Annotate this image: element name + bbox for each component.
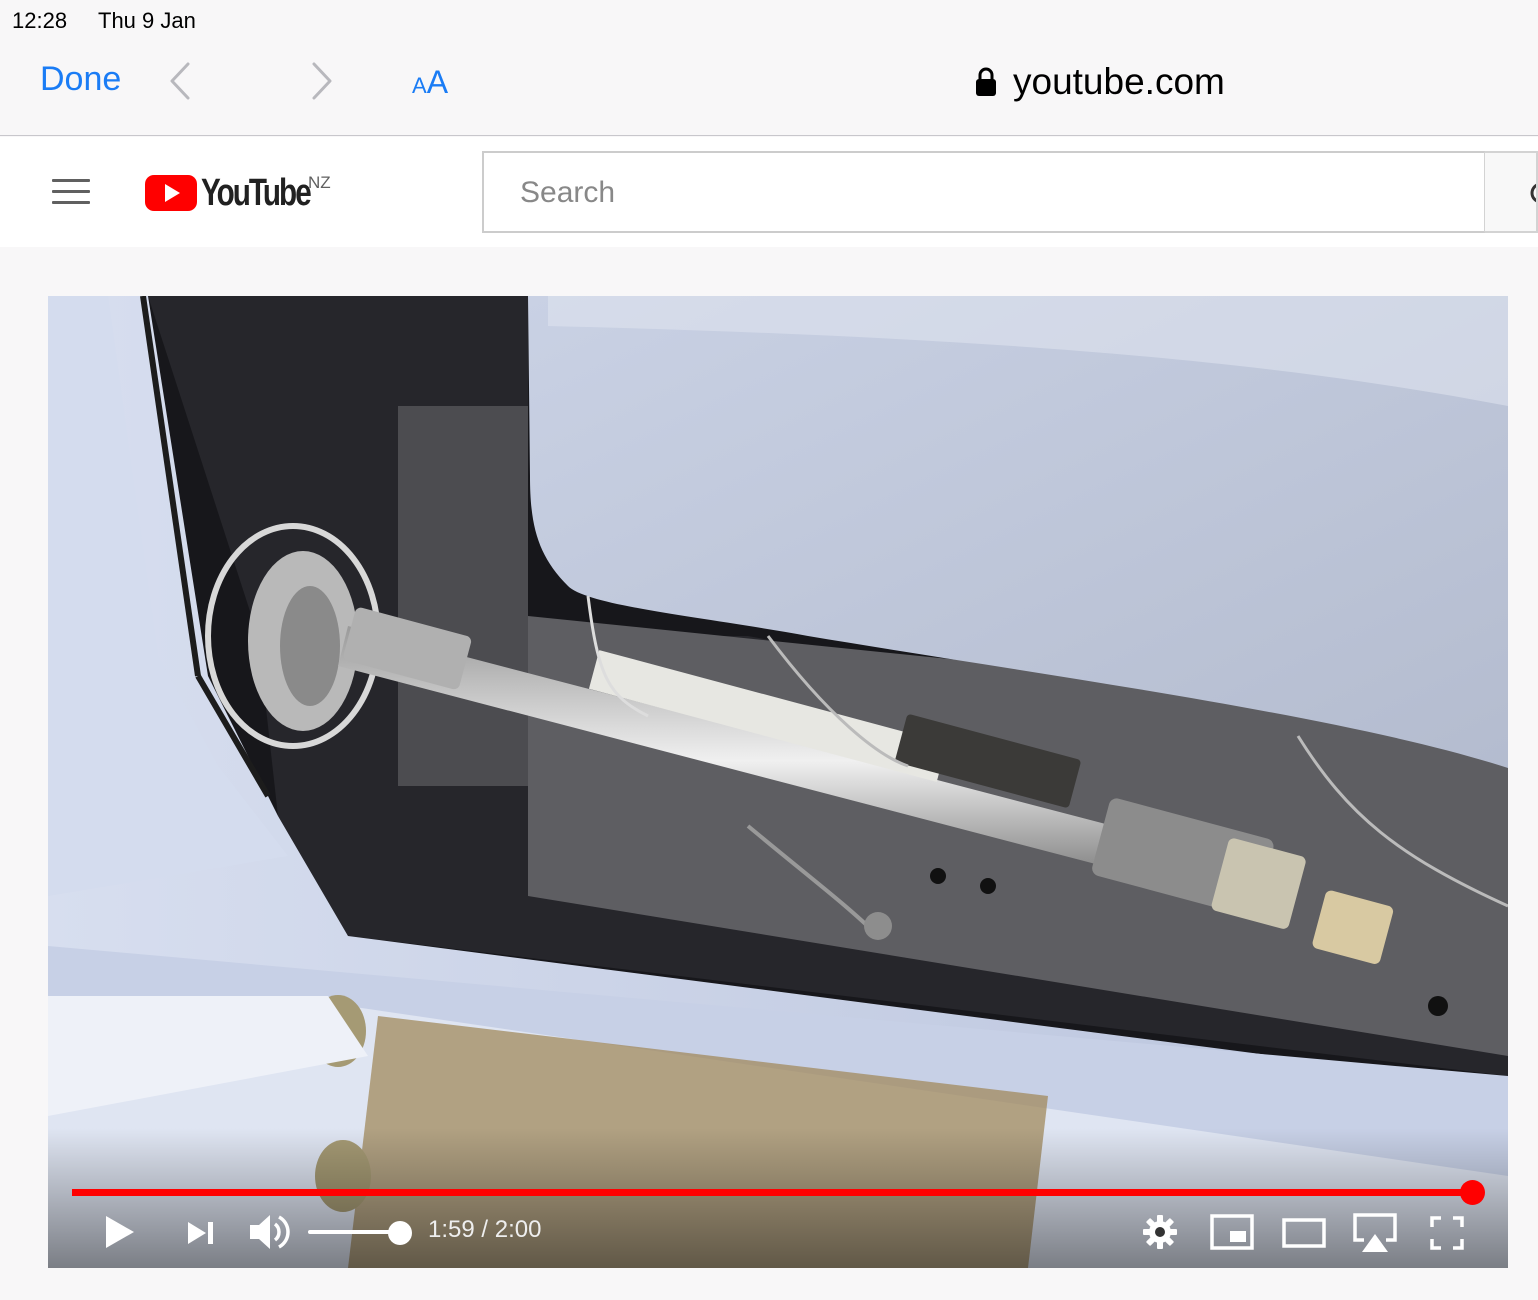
next-icon[interactable] <box>186 1218 216 1248</box>
time-total: 2:00 <box>494 1216 542 1243</box>
theater-mode-icon[interactable] <box>1282 1218 1326 1248</box>
youtube-wordmark: YouTube <box>201 171 312 214</box>
country-code: NZ <box>308 173 331 192</box>
time-current: 1:59 <box>428 1216 475 1243</box>
status-bar: 12:28 Thu 9 Jan <box>0 0 1538 40</box>
url-display[interactable]: youtube.com <box>975 60 1225 104</box>
status-date: Thu 9 Jan <box>98 8 196 33</box>
video-frame <box>48 296 1508 1268</box>
airplay-icon[interactable] <box>1352 1212 1398 1254</box>
video-player[interactable]: 1:59 / 2:00 <box>48 296 1508 1268</box>
lock-icon <box>976 67 996 96</box>
progress-played <box>72 1189 1473 1196</box>
volume-icon[interactable] <box>248 1212 292 1252</box>
settings-icon[interactable] <box>1142 1214 1178 1250</box>
youtube-play-logo-icon <box>145 175 197 211</box>
text-size-small-a: A <box>412 73 427 98</box>
time-display: 1:59 / 2:00 <box>428 1216 541 1244</box>
time-separator: / <box>474 1216 495 1243</box>
text-size-button[interactable]: AA <box>412 64 448 101</box>
progress-bar[interactable] <box>72 1180 1486 1205</box>
menu-icon[interactable] <box>52 179 90 205</box>
search-input[interactable] <box>520 173 1420 213</box>
search-box <box>482 151 1485 233</box>
fullscreen-icon[interactable] <box>1430 1216 1464 1250</box>
youtube-header: YouTube NZ <box>0 137 1538 247</box>
back-chevron-icon[interactable] <box>166 60 196 102</box>
volume-slider[interactable] <box>308 1230 400 1234</box>
search-icon <box>1530 183 1536 203</box>
status-time: 12:28 <box>12 8 68 33</box>
safari-toolbar: Done AA youtube.com <box>0 40 1538 136</box>
volume-knob[interactable] <box>388 1221 412 1245</box>
play-icon[interactable] <box>102 1214 136 1250</box>
text-size-big-a: A <box>426 64 449 100</box>
done-button[interactable]: Done <box>40 60 121 99</box>
url-text: youtube.com <box>1013 61 1225 102</box>
search-button[interactable] <box>1485 151 1538 233</box>
miniplayer-icon[interactable] <box>1210 1214 1254 1250</box>
forward-chevron-icon[interactable] <box>306 60 336 102</box>
